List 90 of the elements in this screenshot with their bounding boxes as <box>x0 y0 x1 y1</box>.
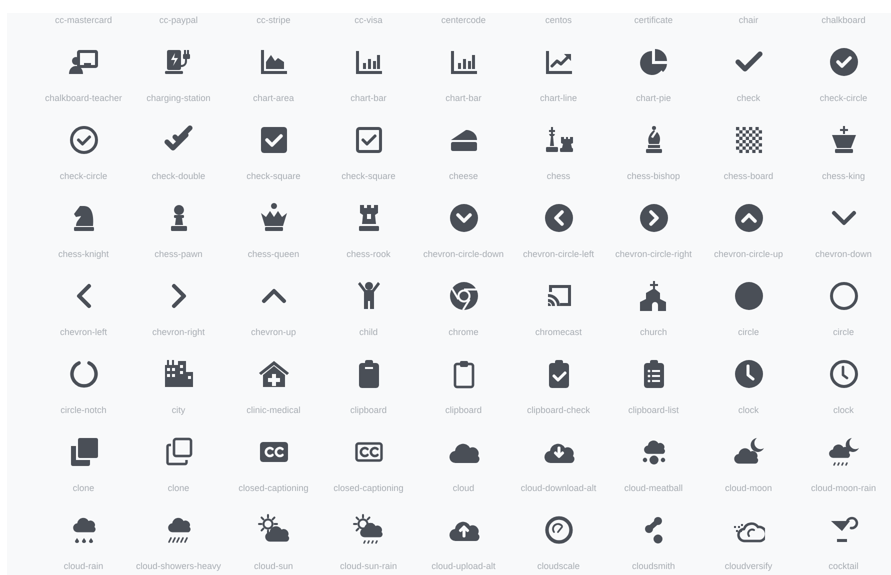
icon-label: chess-pawn <box>154 248 203 260</box>
icon-label: clipboard-list <box>628 404 679 416</box>
icon-label: check-double <box>152 170 206 182</box>
icon-label: cloud-moon-rain <box>810 482 876 494</box>
icon-label: closed-captioning <box>333 482 404 494</box>
icon-label: cloud-sun <box>254 560 294 572</box>
gauge-icon <box>542 514 574 546</box>
icon-label: clock <box>738 404 759 416</box>
icon-label: cloud-meatball <box>624 482 683 494</box>
icon-label: check-square <box>246 170 301 182</box>
icon-label: cc-stripe <box>256 14 290 26</box>
icon-label: chevron-circle-up <box>714 248 784 260</box>
icon-label: clipboard-check <box>526 404 590 416</box>
chevron-circle-up-icon <box>732 202 764 234</box>
icon-label: check <box>736 92 760 104</box>
chevron-circle-down-icon <box>448 202 480 234</box>
chevron-circle-left-icon <box>542 202 574 234</box>
icon-label: chevron-up <box>250 326 296 338</box>
icon-label: clinic-medical <box>246 404 300 416</box>
circle-notch-icon <box>68 358 100 390</box>
circle-icon <box>828 280 860 312</box>
icon-label: centercode <box>441 14 486 26</box>
icon-label: chess-rook <box>346 248 390 260</box>
check-circle-icon <box>828 46 860 78</box>
icon-label: chess-bishop <box>626 170 680 182</box>
icon-label: chevron-circle-down <box>423 248 504 260</box>
icon-label: chalkboard <box>821 14 866 26</box>
icon-label: chart-area <box>252 92 294 104</box>
icon-label: check-circle <box>820 92 868 104</box>
icon-label: clipboard <box>445 404 482 416</box>
pie-chart-icon <box>638 46 670 78</box>
icon-label: cc-visa <box>354 14 382 26</box>
icon-label: chalkboard-teacher <box>44 92 122 104</box>
icon-label: chart-bar <box>445 92 482 104</box>
icon-label: cloud <box>452 482 474 494</box>
icon-label: cloud-rain <box>64 560 104 572</box>
icon-label: cloud-showers-heavy <box>136 560 222 572</box>
icon-label: cloudsmith <box>632 560 676 572</box>
icon-label: circle <box>738 326 759 338</box>
chevron-circle-right-icon <box>638 202 670 234</box>
icon-label: chevron-left <box>60 326 108 338</box>
icon-label: cloud-upload-alt <box>431 560 496 572</box>
icon-label: chess-queen <box>248 248 300 260</box>
icon-label: check-square <box>341 170 396 182</box>
icon-label: charging-station <box>146 92 211 104</box>
icon-label: cloud-sun-rain <box>340 560 398 572</box>
icon-label: cloud-moon <box>724 482 772 494</box>
icon-label: chevron-down <box>815 248 872 260</box>
icon-label: cc-paypal <box>159 14 198 26</box>
browser-logo-icon <box>448 280 480 312</box>
icon-label: chart-line <box>540 92 577 104</box>
icon-label: circle-notch <box>60 404 106 416</box>
icon-label: chevron-right <box>152 326 205 338</box>
icon-label: clone <box>72 482 94 494</box>
icon-label: cloudscale <box>537 560 580 572</box>
cloud-moon-rain-icon <box>828 436 860 468</box>
city-buildings-icon <box>162 358 194 390</box>
icon-label: chart-bar <box>350 92 386 104</box>
icon-label: clone <box>168 482 190 494</box>
icon-label: chevron-circle-left <box>522 248 594 260</box>
icon-label: chair <box>738 14 758 26</box>
house-medical-icon <box>258 358 290 390</box>
icon-label: centos <box>545 14 572 26</box>
icon-label: cloud-download-alt <box>520 482 596 494</box>
icon-label: child <box>359 326 378 338</box>
icon-label: clipboard <box>350 404 387 416</box>
icon-label: chess-board <box>724 170 774 182</box>
icon-label: circle <box>832 326 854 338</box>
filled-circle-icon <box>732 280 764 312</box>
icon-label: chevron-circle-right <box>615 248 692 260</box>
icon-label: cc-mastercard <box>54 14 112 26</box>
icon-label: chart-pie <box>636 92 671 104</box>
icon-label: chromecast <box>535 326 582 338</box>
icon-label: chrome <box>448 326 478 338</box>
icon-label: chess-king <box>822 170 866 182</box>
icon-label: closed-captioning <box>238 482 309 494</box>
icon-label: chess <box>546 170 570 182</box>
icon-label: city <box>172 404 186 416</box>
cloud-sun-rain-icon <box>352 514 384 546</box>
icon-label: cloudversify <box>724 560 772 572</box>
clock-icon <box>732 358 764 390</box>
icon-label: cheese <box>448 170 478 182</box>
icon-label: cocktail <box>828 560 858 572</box>
icon-label: chess-knight <box>58 248 109 260</box>
icon-label: certificate <box>634 14 673 26</box>
icon-label: church <box>640 326 667 338</box>
icon-label: clock <box>833 404 854 416</box>
clock-icon <box>828 358 860 390</box>
icon-label: check-circle <box>60 170 108 182</box>
check-circle-icon <box>68 124 100 156</box>
